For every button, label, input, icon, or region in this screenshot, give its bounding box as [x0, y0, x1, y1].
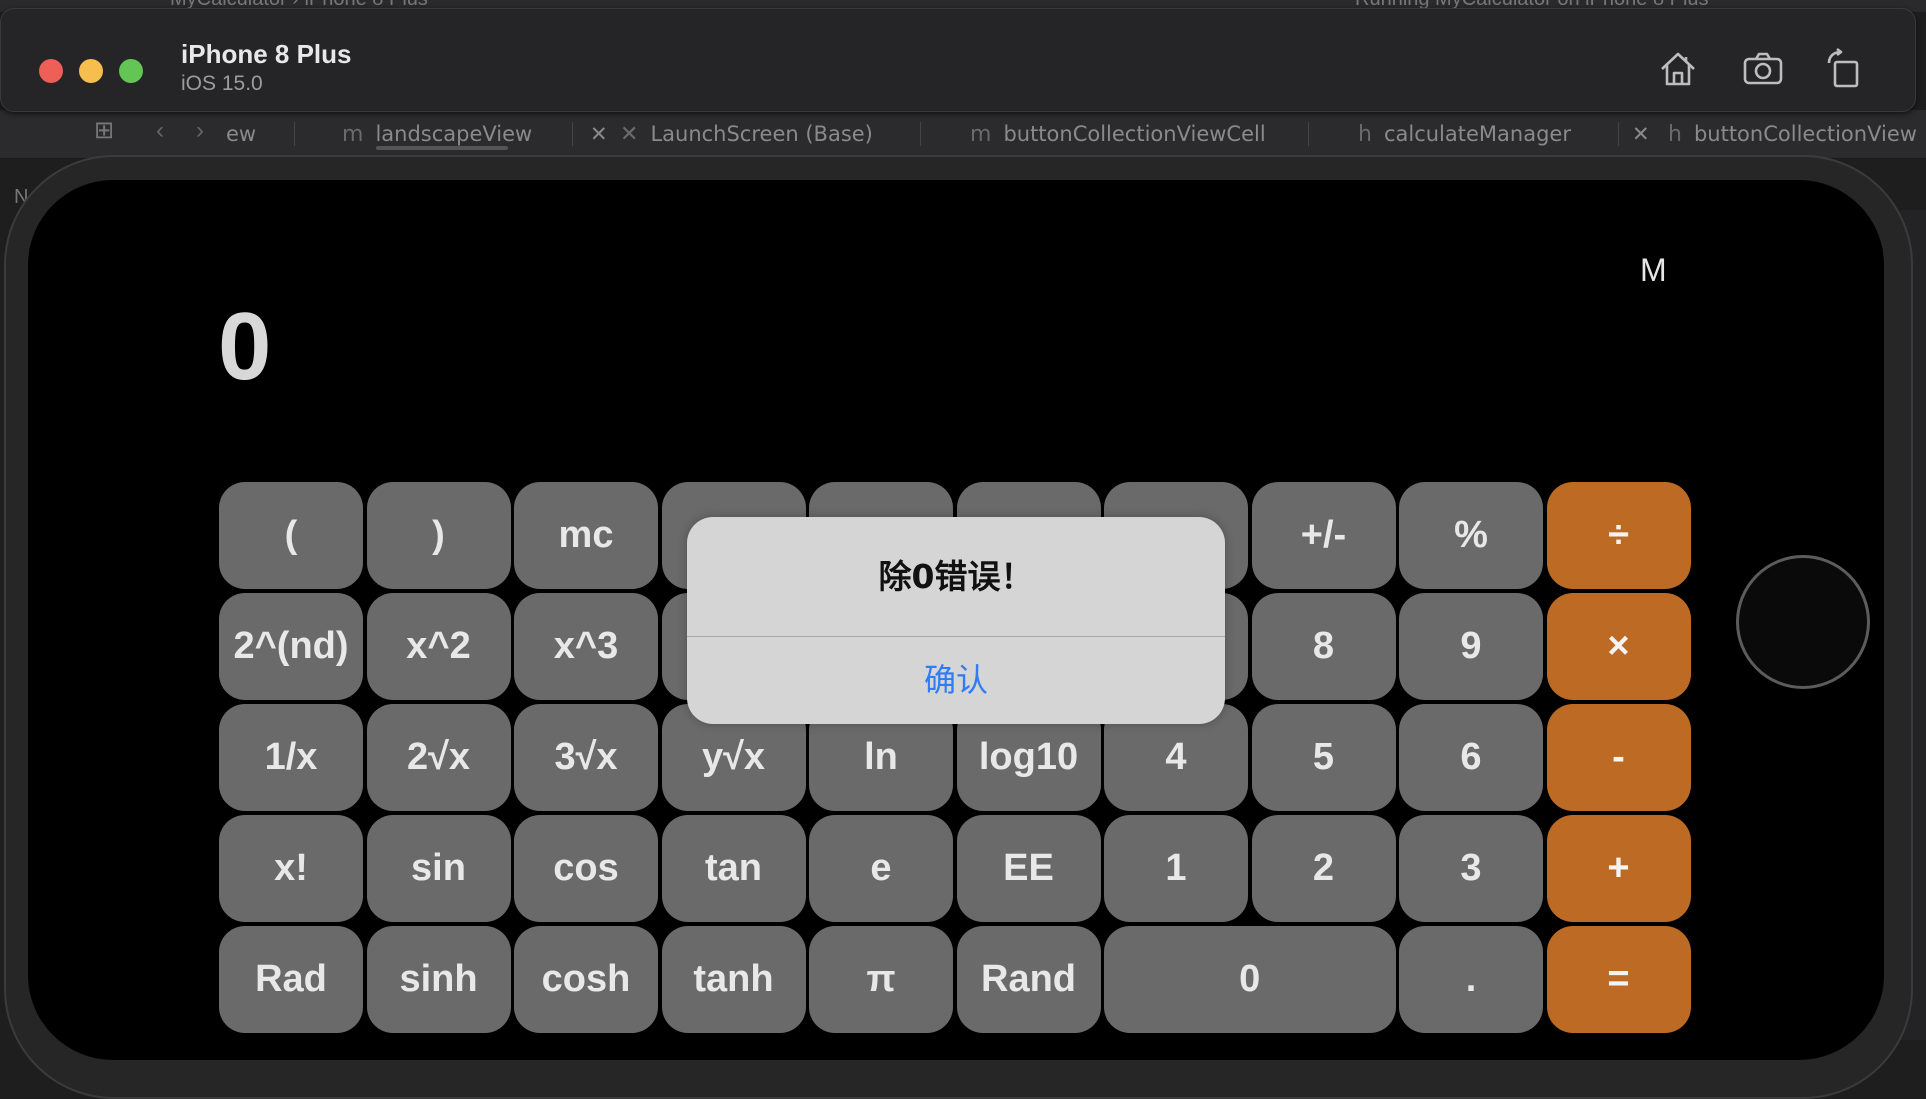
calc-key[interactable]: sinh [366, 926, 511, 1033]
active-tab-indicator [376, 146, 508, 150]
calc-key[interactable]: . [1399, 926, 1543, 1033]
calc-key[interactable]: +/- [1251, 482, 1396, 589]
calc-key[interactable]: 0 [1104, 926, 1396, 1033]
tab-buttoncollectionview[interactable]: h buttonCollectionView [1668, 110, 1917, 158]
calc-key[interactable]: 9 [1399, 593, 1543, 700]
calc-key[interactable]: x! [219, 815, 363, 922]
alert-title: 除0错误！ [878, 557, 1034, 596]
tab-label: LaunchScreen (Base) [650, 122, 873, 146]
calc-key[interactable]: 2√x [366, 704, 511, 811]
calc-key[interactable]: ( [219, 482, 363, 589]
calc-key[interactable]: 3 [1399, 815, 1543, 922]
tab-label: buttonCollectionViewCell [1003, 122, 1266, 146]
calc-key[interactable]: tanh [661, 926, 806, 1033]
simulator-title-bar: iPhone 8 Plus iOS 15.0 [0, 8, 1916, 112]
calc-key[interactable]: 5 [1251, 704, 1396, 811]
tab-separator [1618, 122, 1619, 146]
tab-launchscreen[interactable]: ✕ LaunchScreen (Base) [620, 110, 873, 158]
forward-icon[interactable]: › [196, 118, 204, 144]
calc-key[interactable]: EE [956, 815, 1101, 922]
header-file-icon: h [1358, 122, 1372, 147]
calc-key[interactable]: + [1546, 815, 1691, 922]
calc-key[interactable]: cos [514, 815, 658, 922]
tab-landscapeview[interactable]: m landscapeView [342, 110, 532, 158]
objc-file-icon: m [970, 122, 992, 147]
tab-close-icon[interactable]: ✕ [1632, 110, 1650, 158]
calc-key[interactable]: 2 [1251, 815, 1396, 922]
close-window-button[interactable] [39, 59, 63, 83]
tab-label: landscapeView [375, 122, 533, 146]
calculator-display: 0 [218, 293, 272, 400]
calc-key[interactable]: sin [366, 815, 511, 922]
tab-calculatemanager[interactable]: h calculateManager [1358, 110, 1571, 158]
divide-by-zero-alert: 除0错误！ 确认 [687, 517, 1225, 724]
screenshot-icon[interactable] [1741, 47, 1785, 91]
calc-key[interactable]: = [1546, 926, 1691, 1033]
calc-key[interactable]: cosh [514, 926, 658, 1033]
calc-key[interactable]: - [1546, 704, 1691, 811]
objc-file-icon: m [342, 122, 364, 147]
tab-close-icon[interactable]: ✕ [590, 110, 608, 158]
minimize-window-button[interactable] [79, 59, 103, 83]
calc-key[interactable]: ÷ [1546, 482, 1691, 589]
alert-confirm-button[interactable]: 确认 [687, 637, 1225, 724]
tab-separator [1308, 122, 1309, 146]
xcode-tab-bar: ew m landscapeView ✕ ✕ LaunchScreen (Base)… [0, 110, 1926, 159]
home-button[interactable] [1736, 555, 1870, 689]
zoom-window-button[interactable] [119, 59, 143, 83]
home-icon[interactable] [1656, 47, 1700, 91]
memory-indicator: M [1640, 252, 1667, 288]
calc-key[interactable]: x^3 [514, 593, 658, 700]
calc-key[interactable]: Rand [956, 926, 1101, 1033]
calc-key[interactable]: 1/x [219, 704, 363, 811]
os-version: iOS 15.0 [181, 72, 263, 95]
rotate-icon[interactable] [1823, 47, 1867, 91]
calc-key[interactable]: Rad [219, 926, 363, 1033]
calc-key[interactable]: % [1399, 482, 1543, 589]
calc-key[interactable]: tan [661, 815, 806, 922]
calc-key[interactable]: 6 [1399, 704, 1543, 811]
calc-key[interactable]: 8 [1251, 593, 1396, 700]
calc-key[interactable]: × [1546, 593, 1691, 700]
calc-key[interactable]: π [809, 926, 953, 1033]
storyboard-icon: ✕ [620, 122, 639, 147]
calc-key[interactable]: mc [514, 482, 658, 589]
calc-key[interactable]: ) [366, 482, 511, 589]
calc-key[interactable]: 1 [1104, 815, 1248, 922]
tab-buttoncollectionviewcell[interactable]: m buttonCollectionViewCell [970, 110, 1266, 158]
grid-icon[interactable]: ⊞ [94, 118, 120, 144]
calc-key[interactable]: x^2 [366, 593, 511, 700]
tab-label: buttonCollectionView [1693, 122, 1917, 146]
calc-key[interactable]: 2^(nd) [219, 593, 363, 700]
tab-separator [920, 122, 921, 146]
back-icon[interactable]: ‹ [156, 118, 164, 144]
tab-label: calculateManager [1383, 122, 1571, 146]
calc-key[interactable]: 3√x [514, 704, 658, 811]
device-name: iPhone 8 Plus [181, 39, 352, 69]
header-file-icon: h [1668, 122, 1682, 147]
xcode-partial-tab[interactable]: ew [226, 110, 256, 158]
calc-key[interactable]: e [809, 815, 953, 922]
tab-separator [294, 122, 295, 146]
tab-separator [572, 122, 573, 146]
